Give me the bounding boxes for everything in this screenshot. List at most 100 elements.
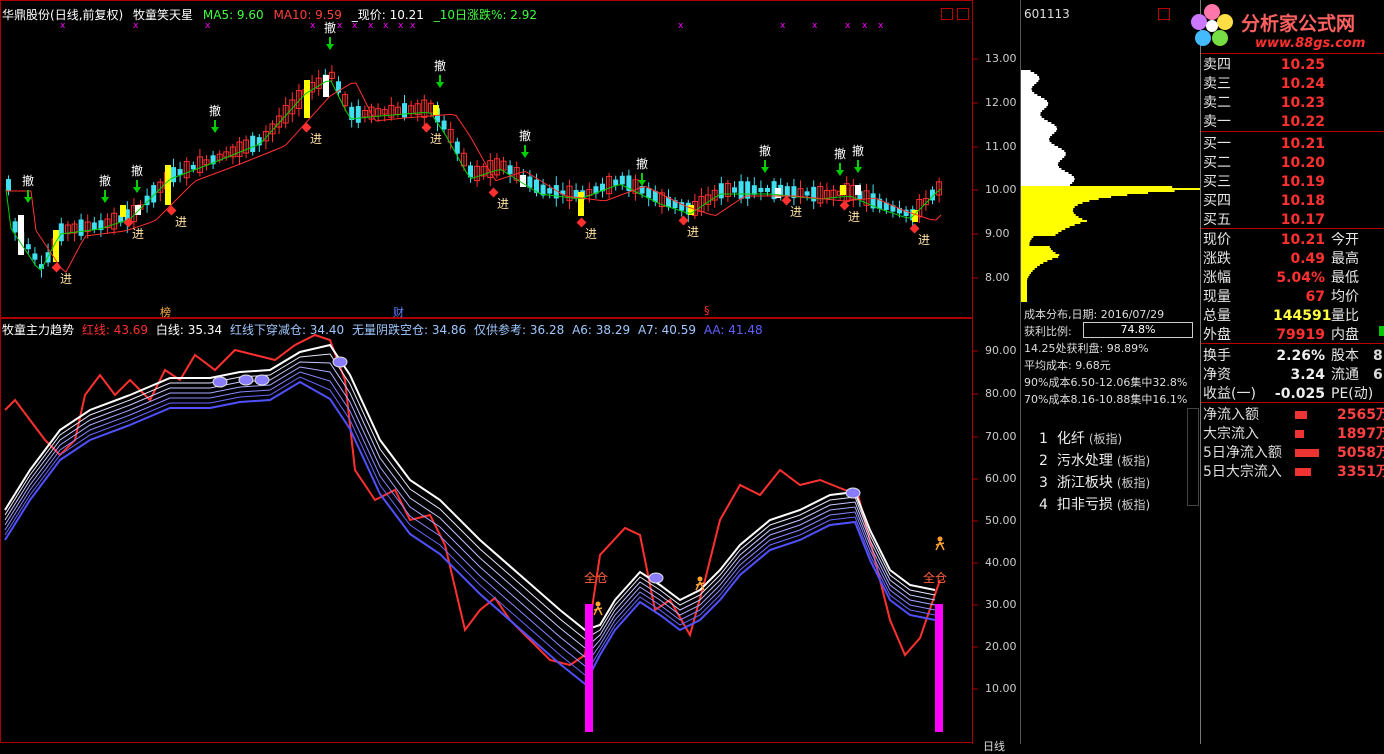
top-x-mark: x <box>812 21 818 31</box>
price-pane-frame <box>0 0 973 318</box>
chip-bar <box>1021 186 1173 188</box>
quote-label: 均价 <box>1331 289 1359 305</box>
enter-label: 进 <box>848 210 860 224</box>
chip-bar <box>1021 292 1027 294</box>
yin-value: 无量阴跌空仓: 34.86 <box>351 323 467 337</box>
chip-bar <box>1021 220 1087 222</box>
candle-body <box>250 135 256 153</box>
chip-bar <box>1021 240 1031 242</box>
chip-bar <box>1021 244 1030 246</box>
chip-bar <box>1021 160 1060 162</box>
chip-bar <box>1021 132 1055 134</box>
side-axis-label: 日线 <box>983 740 1005 753</box>
enter-label: 进 <box>585 227 597 241</box>
main-chart-panel[interactable]: 撤撤撤撤撤撤撤撤撤撤撤进进进进进进进进进进进 x x x x x x x x x x x x x x x x 全仓… <box>0 0 1020 744</box>
candle-body <box>646 188 652 199</box>
chip-bar <box>1021 288 1027 290</box>
runner-icon <box>593 606 603 616</box>
flow-bar <box>1295 468 1311 476</box>
chip-bar <box>1021 118 1045 120</box>
chip-bar <box>1021 164 1058 166</box>
logo: 分析家公式网 www.88gs.com <box>1191 0 1384 52</box>
chip-bar <box>1021 216 1079 218</box>
candle-body <box>758 187 764 193</box>
quote-row: 涨跌 0.49 最高 <box>1203 248 1359 267</box>
candle-body <box>765 187 770 193</box>
profit-ratio-value: 74.8% <box>1120 323 1156 336</box>
quote-row: 总量 144591量比 <box>1203 305 1359 324</box>
signal-candle <box>120 205 126 217</box>
runner-icon <box>697 576 703 582</box>
quote-label: 收益(一) <box>1203 386 1256 402</box>
quote-panel[interactable]: 分析家公式网 www.88gs.com 卖四 10.25 卖三 10.24 卖二 10.2… <box>1191 0 1384 744</box>
chip-bar <box>1021 82 1037 84</box>
cost-90: 90%成本6.50-12.06集中32.8% <box>1024 376 1188 389</box>
trend-band-line <box>4 353 936 640</box>
chip-bar <box>1021 286 1027 288</box>
quote-value: 144591 <box>1273 308 1332 324</box>
chip-bar <box>1021 258 1053 260</box>
quote-value: 8 <box>1373 348 1383 364</box>
quote-label: 涨幅 <box>1203 270 1231 286</box>
sector-item[interactable]: 3 浙江板块 (板指) <box>1039 472 1150 492</box>
chip-bar <box>1021 282 1027 284</box>
side-window-button[interactable] <box>1158 8 1170 20</box>
withdraw-label: 撤 <box>852 143 864 158</box>
price-tick-label: 8.00 <box>985 271 1010 284</box>
red-line-value: 红线: 43.69 <box>81 323 149 337</box>
side-scrollbar[interactable] <box>1187 408 1199 506</box>
top-x-mark: x <box>678 21 684 31</box>
quote-value: 10.20 <box>1280 155 1325 171</box>
profit-ratio-bar: 74.8% <box>1083 322 1193 338</box>
flow-label: 5日大宗流入 <box>1203 464 1282 480</box>
status-indicator <box>1379 326 1384 336</box>
kline-chart[interactable]: 撤撤撤撤撤撤撤撤撤撤撤进进进进 进进进 进进 进进x x x x x x x x x x x x x x x x全仓… <box>0 0 1020 744</box>
maximize-button[interactable] <box>957 8 969 20</box>
gem-icon <box>845 487 861 499</box>
marker-s: § <box>704 304 710 317</box>
candle-body <box>12 221 18 233</box>
quote-row: 收益(一) -0.025 PE(动) <box>1203 383 1373 402</box>
quote-value: 0.49 <box>1290 251 1325 267</box>
chip-bar <box>1021 214 1076 216</box>
quote-row: 卖二 10.23 <box>1203 92 1325 111</box>
sector-item[interactable]: 4 扣非亏损 (板指) <box>1039 494 1150 514</box>
chip-bar <box>1021 284 1027 286</box>
chip-bar <box>1021 108 1045 110</box>
quote-label: 内盘 <box>1331 327 1359 343</box>
flower-logo-icon <box>1191 4 1233 46</box>
quote-value: 5.04% <box>1276 270 1325 286</box>
candle-body <box>171 167 176 183</box>
quote-label: 总量 <box>1203 308 1231 324</box>
chip-bar <box>1021 232 1059 234</box>
flow-value: 3351万 <box>1337 464 1384 480</box>
aa-value: AA: 41.48 <box>703 323 763 337</box>
quote-label: 净资 <box>1203 367 1231 383</box>
cost-distribution-panel[interactable]: 601113 成本分布,日期: 2016/07/29 获利比例: 74.8% 1… <box>983 0 1201 753</box>
enter-label: 进 <box>790 205 802 219</box>
runner-icon <box>935 541 945 551</box>
ma5-line <box>5 80 942 271</box>
flow-bar <box>1295 430 1304 438</box>
chip-bar <box>1021 168 1062 170</box>
candles <box>6 65 943 278</box>
window-button[interactable] <box>941 8 953 20</box>
withdraw-label: 撤 <box>209 103 221 118</box>
quote-label: 卖四 <box>1203 57 1231 73</box>
enter-diamond-icon <box>421 122 432 133</box>
candle-body <box>58 223 64 242</box>
chip-bar <box>1021 224 1075 226</box>
chip-bar <box>1021 230 1062 232</box>
chip-bar <box>1021 176 1074 178</box>
candle-body <box>751 185 757 195</box>
sector-item[interactable]: 1 化纤 (板指) <box>1039 428 1122 448</box>
candle-body <box>732 187 737 193</box>
candle-body <box>441 120 447 130</box>
top-x-mark: x <box>845 21 851 31</box>
enter-label: 进 <box>175 215 187 229</box>
quote-label: 现价 <box>1203 232 1231 248</box>
candle-body <box>547 188 553 194</box>
signal-candle <box>18 215 24 255</box>
full-position-label: 全仓 <box>584 570 608 585</box>
sector-item[interactable]: 2 污水处理 (板指) <box>1039 450 1150 470</box>
